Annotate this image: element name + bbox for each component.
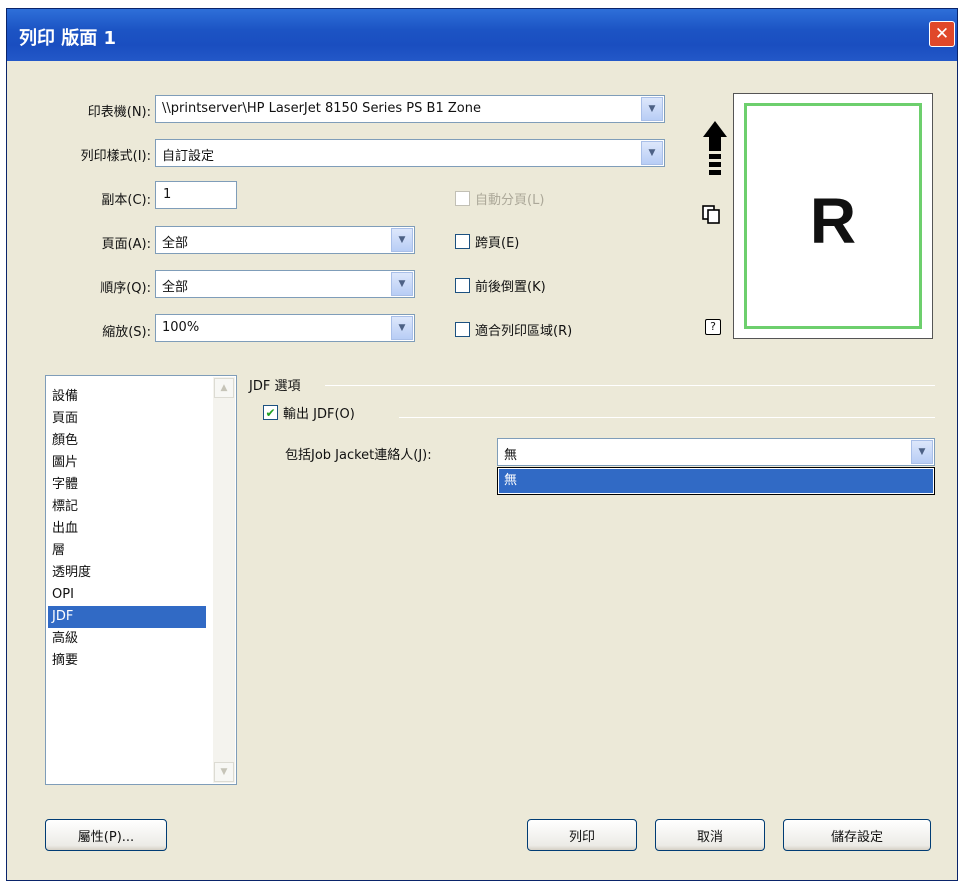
chevron-down-icon[interactable]: ▼: [641, 97, 663, 121]
collate-checkbox: [455, 191, 470, 206]
scale-label: 縮放(S):: [102, 325, 151, 340]
page-preview: R: [733, 93, 933, 339]
order-label: 順序(Q):: [100, 281, 151, 296]
category-item[interactable]: 透明度: [48, 562, 206, 584]
category-item[interactable]: JDF: [48, 606, 206, 628]
copies-value: 1: [163, 187, 172, 202]
category-item[interactable]: 圖片: [48, 452, 206, 474]
category-item[interactable]: 層: [48, 540, 206, 562]
group-divider: [325, 385, 935, 386]
fit-in-print-area-checkbox[interactable]: [455, 322, 470, 337]
window-title: 列印 版面 1: [19, 28, 117, 49]
scale-value: 100%: [162, 320, 200, 335]
category-item[interactable]: 頁面: [48, 408, 206, 430]
scroll-down-icon[interactable]: ▼: [214, 762, 234, 782]
contacts-value: 無: [504, 448, 518, 463]
print-style-select[interactable]: 自訂設定 ▼: [155, 139, 665, 167]
copies-label: 副本(C):: [101, 193, 151, 208]
collate-option: 自動分頁(L): [455, 189, 544, 208]
print-button[interactable]: 列印: [527, 819, 637, 851]
print-style-label: 列印樣式(I):: [80, 149, 151, 164]
spreads-checkbox[interactable]: [455, 234, 470, 249]
category-item[interactable]: 摘要: [48, 650, 206, 672]
category-list[interactable]: 設備 頁面 顏色 圖片 字體 標記 出血層透明度 OPI JDF 高級 摘要 ▲ ▼: [45, 375, 237, 785]
spreads-option[interactable]: 跨頁(E): [455, 232, 519, 251]
printer-select[interactable]: \\printserver\HP LaserJet 8150 Series PS…: [155, 95, 665, 123]
pages-label: 頁面(A):: [101, 237, 151, 252]
chevron-down-icon[interactable]: ▼: [641, 141, 663, 165]
category-item[interactable]: 出血: [48, 518, 206, 540]
save-settings-button[interactable]: 儲存設定: [783, 819, 931, 851]
properties-button[interactable]: 屬性(P)...: [45, 819, 167, 851]
chevron-down-icon[interactable]: ▼: [391, 272, 413, 296]
help-icon[interactable]: ?: [705, 319, 721, 335]
close-icon[interactable]: ✕: [929, 21, 955, 47]
print-style-value: 自訂設定: [162, 149, 215, 164]
spreads-label[interactable]: 跨頁(E): [475, 232, 519, 251]
output-jdf-option[interactable]: ✔ 輸出 JDF(O): [263, 403, 355, 422]
pages-select[interactable]: 全部 ▼: [155, 226, 415, 254]
output-jdf-label[interactable]: 輸出 JDF(O): [283, 403, 355, 422]
title-bar[interactable]: 列印 版面 1 ✕: [7, 9, 957, 61]
fit-in-print-area-option[interactable]: 適合列印區域(R): [455, 320, 572, 339]
printer-value: \\printserver\HP LaserJet 8150 Series PS…: [162, 101, 481, 116]
category-item[interactable]: 標記: [48, 496, 206, 518]
category-item[interactable]: 顏色: [48, 430, 206, 452]
chevron-down-icon[interactable]: ▼: [391, 228, 413, 252]
back-to-front-label[interactable]: 前後倒置(K): [475, 276, 546, 295]
scroll-up-icon[interactable]: ▲: [214, 378, 234, 398]
contacts-label: 包括Job Jacket連絡人(J):: [285, 448, 432, 463]
collate-label: 自動分頁(L): [475, 193, 545, 208]
preview-letter: R: [809, 185, 857, 257]
printer-label: 印表機(N):: [87, 105, 151, 120]
contacts-dropdown[interactable]: 無: [497, 467, 935, 495]
contacts-select[interactable]: 無 ▼: [497, 438, 935, 466]
category-item[interactable]: 字體: [48, 474, 206, 496]
scale-select[interactable]: 100% ▼: [155, 314, 415, 342]
back-to-front-checkbox[interactable]: [455, 278, 470, 293]
chevron-down-icon[interactable]: ▼: [911, 440, 933, 464]
category-item[interactable]: 高級: [48, 628, 206, 650]
back-to-front-option[interactable]: 前後倒置(K): [455, 276, 546, 295]
chevron-down-icon[interactable]: ▼: [391, 316, 413, 340]
order-select[interactable]: 全部 ▼: [155, 270, 415, 298]
fit-in-print-area-label[interactable]: 適合列印區域(R): [475, 320, 572, 339]
category-item[interactable]: OPI: [48, 584, 206, 606]
pages-value: 全部: [162, 236, 189, 251]
print-dialog: 列印 版面 1 ✕ 印表機(N): \\printserver\HP Laser…: [6, 8, 958, 881]
category-scrollbar[interactable]: ▲ ▼: [213, 377, 235, 783]
orientation-up-arrow-icon[interactable]: [703, 121, 727, 183]
category-item[interactable]: 設備: [48, 386, 206, 408]
jdf-group-title: JDF 選項: [249, 379, 301, 394]
group-divider: [399, 417, 935, 418]
copies-input[interactable]: 1: [155, 181, 237, 209]
contacts-option[interactable]: 無: [499, 469, 933, 493]
output-jdf-checkbox[interactable]: ✔: [263, 405, 278, 420]
order-value: 全部: [162, 280, 189, 295]
preview-margin-frame: R: [744, 103, 922, 329]
cancel-button[interactable]: 取消: [655, 819, 765, 851]
pages-stack-icon[interactable]: [702, 205, 722, 229]
